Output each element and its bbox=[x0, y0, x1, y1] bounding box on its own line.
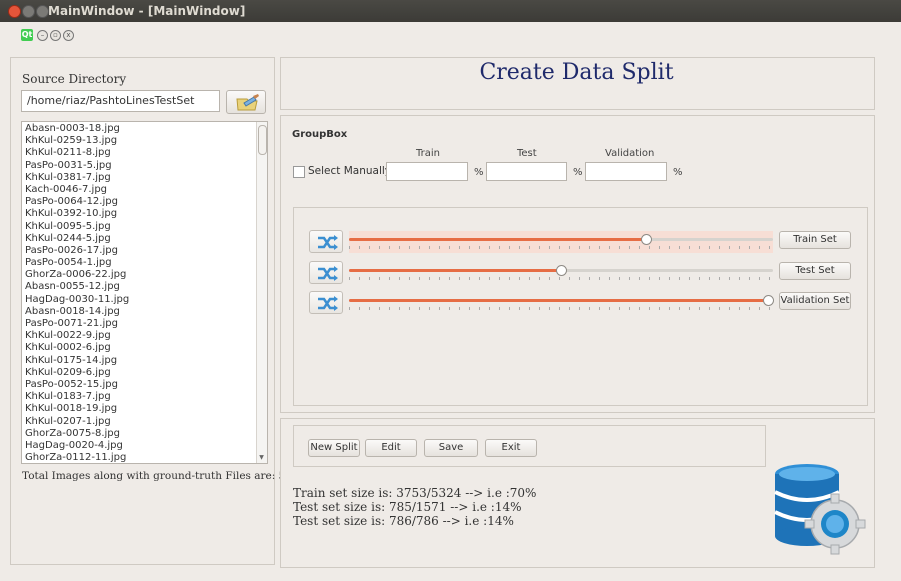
brush-folder-icon bbox=[236, 94, 259, 111]
window-title: MainWindow - [MainWindow] bbox=[48, 4, 246, 18]
file-list-item[interactable]: KhKul-0207-1.jpg bbox=[25, 416, 267, 428]
train-percent-input[interactable] bbox=[386, 162, 468, 181]
new-split-button[interactable]: New Split bbox=[308, 439, 360, 457]
file-list-item[interactable]: KhKul-0392-10.jpg bbox=[25, 208, 267, 220]
file-list-item[interactable]: GhorZa-0075-8.jpg bbox=[25, 428, 267, 440]
file-list-item[interactable]: KhKul-0259-13.jpg bbox=[25, 135, 267, 147]
database-settings-icon bbox=[774, 464, 866, 555]
browse-button[interactable] bbox=[226, 90, 266, 114]
mdi-minimize-icon[interactable]: – bbox=[37, 30, 48, 41]
file-list-item[interactable]: HagDag-0030-11.jpg bbox=[25, 294, 267, 306]
train-slider-fill bbox=[349, 238, 646, 241]
train-set-button[interactable]: Train Set bbox=[779, 231, 851, 249]
mdi-restore-icon[interactable]: ▫ bbox=[50, 30, 61, 41]
source-directory-label: Source Directory bbox=[22, 72, 127, 86]
file-list-item[interactable]: PasPo-0054-1.jpg bbox=[25, 257, 267, 269]
file-list-item[interactable]: GhorZa-0006-22.jpg bbox=[25, 269, 267, 281]
total-images-text: Total Images along with ground-truth Fil… bbox=[22, 470, 306, 482]
mdi-menubar: Qt – ▫ x bbox=[0, 22, 901, 48]
test-set-button[interactable]: Test Set bbox=[779, 262, 851, 280]
validation-slider-fill bbox=[349, 299, 773, 302]
file-list-item[interactable]: PasPo-0031-5.jpg bbox=[25, 160, 267, 172]
shuffle-test-button[interactable] bbox=[309, 261, 343, 284]
groupbox-label: GroupBox bbox=[292, 129, 348, 140]
train-stat-text: Train set size is: 3753/5324 --> i.e :70… bbox=[293, 486, 537, 500]
qt-logo-icon: Qt bbox=[21, 29, 33, 41]
file-list-item[interactable]: KhKul-0095-5.jpg bbox=[25, 221, 267, 233]
file-list-item[interactable]: PasPo-0026-17.jpg bbox=[25, 245, 267, 257]
exit-button[interactable]: Exit bbox=[485, 439, 537, 457]
train-percent-sign: % bbox=[474, 167, 484, 178]
validation-slider-handle[interactable] bbox=[763, 295, 774, 306]
validation-percent-sign: % bbox=[673, 167, 683, 178]
train-slider-ticks bbox=[349, 246, 773, 249]
file-list-item[interactable]: KhKul-0002-6.jpg bbox=[25, 342, 267, 354]
shuffle-icon bbox=[318, 296, 338, 311]
file-list-item[interactable]: KhKul-0175-14.jpg bbox=[25, 355, 267, 367]
file-list-item[interactable]: KhKul-0209-6.jpg bbox=[25, 367, 267, 379]
test-stat-text: Test set size is: 785/1571 --> i.e :14% bbox=[293, 500, 522, 514]
validation-slider-ticks bbox=[349, 307, 773, 310]
file-list-item[interactable]: Abasn-0018-14.jpg bbox=[25, 306, 267, 318]
close-window-button[interactable] bbox=[8, 5, 21, 18]
file-list-scrollbar[interactable]: ▼ bbox=[256, 122, 267, 463]
file-list-items: Abasn-0003-18.jpg KhKul-0259-13.jpg KhKul-… bbox=[22, 122, 267, 463]
edit-button[interactable]: Edit bbox=[365, 439, 417, 457]
file-list-item[interactable]: KhKul-0183-7.jpg bbox=[25, 391, 267, 403]
scroll-down-icon[interactable]: ▼ bbox=[258, 454, 265, 461]
validation-stat-text: Test set size is: 786/786 --> i.e :14% bbox=[293, 514, 514, 528]
file-list-item[interactable]: Abasn-0003-18.jpg bbox=[25, 123, 267, 135]
shuffle-train-button[interactable] bbox=[309, 230, 343, 253]
file-list-item[interactable]: Kach-0046-7.jpg bbox=[25, 184, 267, 196]
file-list-item[interactable]: KhKul-0211-8.jpg bbox=[25, 147, 267, 159]
save-button[interactable]: Save bbox=[424, 439, 478, 457]
select-manually-label: Select Manually bbox=[308, 165, 392, 177]
validation-percent-input[interactable] bbox=[585, 162, 667, 181]
test-slider-fill bbox=[349, 269, 561, 272]
validation-slider[interactable] bbox=[349, 292, 774, 314]
page-title: Create Data Split bbox=[479, 60, 674, 85]
train-column-label: Train bbox=[416, 148, 440, 159]
file-list-item[interactable]: GhorZa-0112-11.jpg bbox=[25, 452, 267, 463]
file-list-item[interactable]: PasPo-0071-21.jpg bbox=[25, 318, 267, 330]
file-list-item[interactable]: KhKul-0022-9.jpg bbox=[25, 330, 267, 342]
validation-set-button[interactable]: Validation Set bbox=[779, 292, 851, 310]
source-path-input[interactable]: /home/riaz/PashtoLinesTestSet bbox=[21, 90, 220, 112]
test-percent-input[interactable] bbox=[486, 162, 567, 181]
mdi-close-icon[interactable]: x bbox=[63, 30, 74, 41]
test-slider[interactable] bbox=[349, 262, 773, 284]
file-list-item[interactable]: Abasn-0055-12.jpg bbox=[25, 281, 267, 293]
shuffle-icon bbox=[318, 266, 338, 281]
title-bar: MainWindow - [MainWindow] bbox=[0, 0, 901, 22]
shuffle-icon bbox=[318, 235, 338, 250]
file-list-item[interactable]: PasPo-0064-12.jpg bbox=[25, 196, 267, 208]
file-list[interactable]: Abasn-0003-18.jpg KhKul-0259-13.jpg KhKul-… bbox=[21, 121, 268, 464]
test-slider-handle[interactable] bbox=[556, 265, 567, 276]
train-slider-handle[interactable] bbox=[641, 234, 652, 245]
shuffle-validation-button[interactable] bbox=[309, 291, 343, 314]
file-list-item[interactable]: KhKul-0244-5.jpg bbox=[25, 233, 267, 245]
select-manually-checkbox[interactable] bbox=[293, 166, 305, 178]
test-column-label: Test bbox=[517, 148, 537, 159]
status-bar bbox=[0, 569, 901, 581]
file-list-item[interactable]: PasPo-0052-15.jpg bbox=[25, 379, 267, 391]
test-slider-ticks bbox=[349, 277, 773, 280]
train-slider[interactable] bbox=[349, 231, 773, 253]
file-list-item[interactable]: KhKul-0018-19.jpg bbox=[25, 403, 267, 415]
test-percent-sign: % bbox=[573, 167, 583, 178]
file-list-item[interactable]: HagDag-0020-4.jpg bbox=[25, 440, 267, 452]
validation-column-label: Validation bbox=[605, 148, 655, 159]
scroll-thumb[interactable] bbox=[258, 125, 267, 155]
file-list-item[interactable]: KhKul-0381-7.jpg bbox=[25, 172, 267, 184]
minimize-window-button[interactable] bbox=[22, 5, 35, 18]
